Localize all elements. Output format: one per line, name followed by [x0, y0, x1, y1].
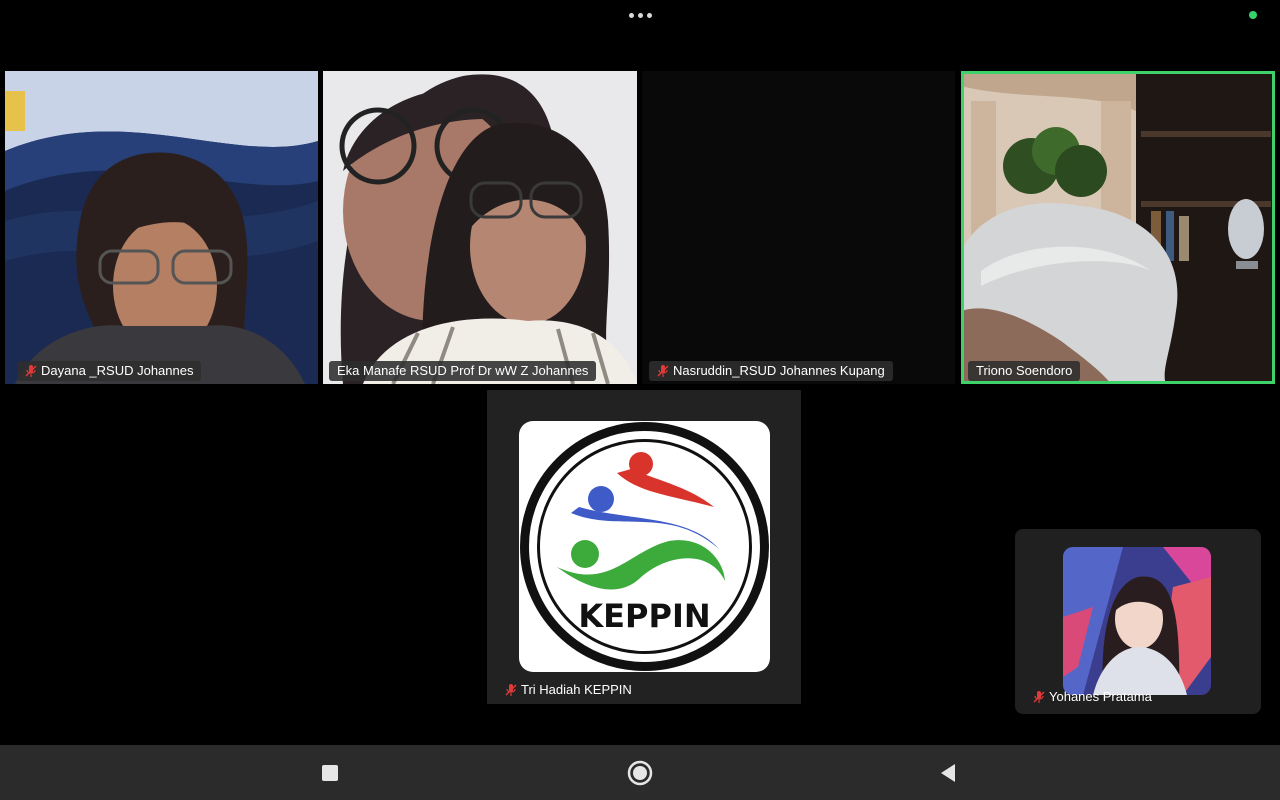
self-avatar — [1063, 547, 1211, 695]
mic-muted-icon — [25, 365, 37, 377]
dot-icon — [637, 12, 643, 18]
participant-tile-eka[interactable]: Eka Manafe RSUD Prof Dr wW Z Johannes — [323, 71, 637, 384]
video-feed — [323, 71, 637, 384]
recents-button[interactable] — [314, 757, 346, 789]
participant-name-tag: Yohanes Pratama — [1029, 687, 1156, 707]
self-view-tile[interactable]: Yohanes Pratama — [1015, 529, 1261, 714]
participant-name-tag: Triono Soendoro — [968, 361, 1081, 381]
participant-name: Eka Manafe RSUD Prof Dr wW Z Johannes — [337, 363, 589, 378]
participant-name-tag: Nasruddin_RSUD Johannes Kupang — [649, 361, 893, 381]
avatar-image — [1063, 547, 1211, 695]
more-options-button[interactable] — [624, 8, 656, 22]
participant-name: Yohanes Pratama — [1049, 689, 1152, 704]
participant-tile-triono[interactable]: Triono Soendoro — [961, 71, 1275, 384]
participant-name: Tri Hadiah KEPPIN — [521, 682, 632, 697]
video-feed — [961, 71, 1275, 384]
circle-icon — [627, 760, 653, 786]
participant-name-tag: Eka Manafe RSUD Prof Dr wW Z Johannes — [329, 361, 597, 381]
mic-muted-icon — [1033, 691, 1045, 703]
back-button[interactable] — [932, 757, 964, 789]
dot-icon — [646, 12, 652, 18]
home-button[interactable] — [624, 757, 656, 789]
keppin-logo-text: KEPPIN — [578, 597, 710, 635]
participant-name: Dayana _RSUD Johannes — [41, 363, 194, 378]
dot-icon — [628, 12, 634, 18]
mic-muted-icon — [657, 365, 669, 377]
participant-name: Triono Soendoro — [976, 363, 1073, 378]
system-navigation-bar — [0, 745, 1280, 800]
connection-status-indicator — [1249, 11, 1257, 19]
participant-tile-tri-hadiah[interactable]: KEPPIN Tri Hadiah KEPPIN — [487, 390, 801, 704]
square-icon — [322, 765, 338, 781]
participant-tile-nasruddin[interactable]: Nasruddin_RSUD Johannes Kupang — [642, 71, 955, 384]
video-feed — [5, 71, 318, 384]
keppin-logo: KEPPIN — [519, 421, 770, 672]
mic-muted-icon — [505, 684, 517, 696]
participant-name: Nasruddin_RSUD Johannes Kupang — [673, 363, 885, 378]
meeting-screen: Dayana _RSUD Johannes Eka Manafe RSUD Pr… — [0, 0, 1280, 800]
triangle-back-icon — [941, 764, 955, 782]
keppin-logo-mark: KEPPIN — [520, 422, 769, 671]
participant-tile-dayana[interactable]: Dayana _RSUD Johannes — [5, 71, 318, 384]
participant-name-tag: Tri Hadiah KEPPIN — [501, 680, 636, 700]
participant-name-tag: Dayana _RSUD Johannes — [17, 361, 202, 381]
